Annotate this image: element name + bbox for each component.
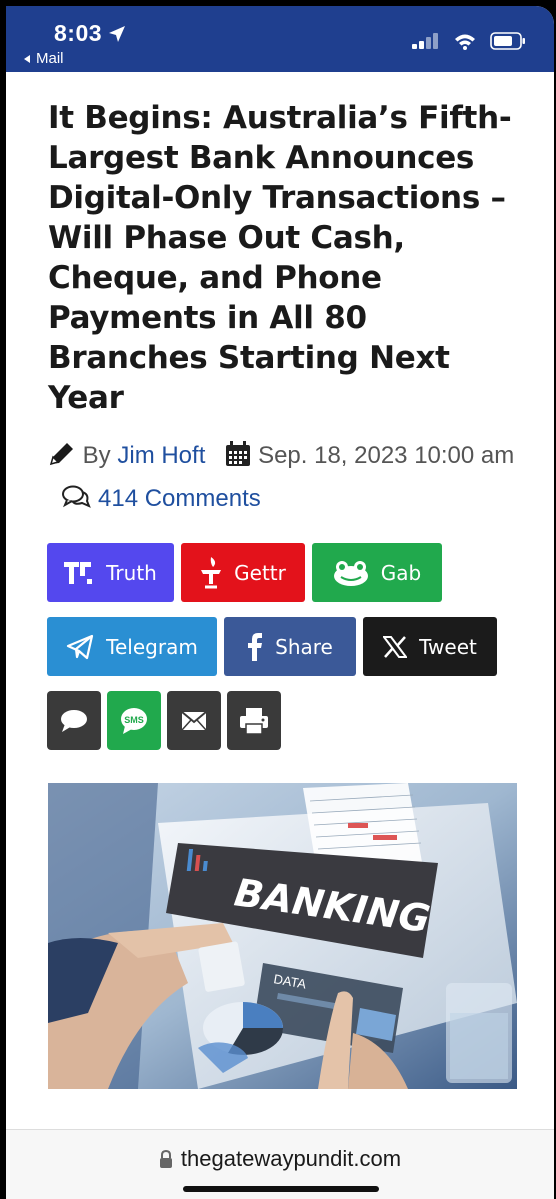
envelope-icon — [182, 711, 206, 730]
sms-share-button[interactable]: SMS — [107, 691, 161, 750]
byline: By Jim Hoft Sep. 18, 2023 10:00 am 414 C… — [48, 434, 518, 520]
x-logo-icon — [383, 635, 408, 658]
speech-bubble-icon — [61, 709, 87, 732]
banking-illustration: BANKING DATA — [48, 783, 517, 1089]
facebook-icon — [248, 632, 263, 661]
article-hero-image: BANKING DATA — [48, 783, 517, 1089]
sms-icon-text: SMS — [124, 715, 144, 725]
battery-icon — [490, 32, 525, 50]
author-link[interactable]: Jim Hoft — [117, 442, 205, 469]
publish-date: Sep. 18, 2023 10:00 am — [258, 442, 515, 469]
status-time-group: 8:03 — [54, 20, 126, 47]
calculator-graphic — [198, 941, 245, 992]
gab-label: Gab — [380, 560, 422, 585]
pencil-icon — [49, 443, 73, 466]
email-share-button[interactable] — [167, 691, 221, 750]
calendar-icon — [226, 441, 251, 466]
share-row-3: SMS — [47, 691, 281, 750]
byline-by: By — [82, 442, 111, 469]
gab-frog-icon — [333, 560, 368, 586]
url-text: thegatewaypundit.com — [180, 1146, 402, 1171]
safari-url-bar[interactable]: thegatewaypundit.com — [6, 1129, 554, 1199]
signal-icon — [412, 33, 438, 49]
x-tweet-button[interactable]: Tweet — [363, 617, 497, 676]
status-time: 8:03 — [54, 20, 103, 46]
lock-icon — [159, 1150, 172, 1168]
share-row-1: Truth Gettr Gab — [47, 543, 442, 602]
gettr-label: Gettr — [234, 560, 286, 585]
article-header: It Begins: Australia’s Fifth-Largest Ban… — [48, 98, 518, 520]
telegram-label: Telegram — [106, 634, 198, 659]
facebook-share-button[interactable]: Share — [224, 617, 356, 676]
facebook-label: Share — [275, 634, 333, 659]
print-button[interactable] — [227, 691, 281, 750]
back-label: Mail — [36, 50, 64, 67]
back-to-mail[interactable]: Mail — [22, 50, 64, 67]
truth-share-button[interactable]: Truth — [47, 543, 174, 602]
back-triangle-icon — [24, 54, 30, 63]
truth-label: Truth — [106, 560, 157, 585]
x-label: Tweet — [419, 634, 477, 659]
sms-icon: SMS — [121, 707, 147, 734]
location-arrow-icon — [109, 25, 126, 42]
status-icons — [412, 32, 526, 50]
status-bar: 8:03 Mail — [6, 6, 554, 72]
telegram-icon — [67, 634, 94, 659]
article-headline: It Begins: Australia’s Fifth-Largest Ban… — [48, 100, 512, 416]
telegram-share-button[interactable]: Telegram — [47, 617, 217, 676]
phone-screen: 8:03 Mail It Begins: Australia’s Fifth-L… — [6, 6, 554, 1199]
comments-icon — [62, 485, 92, 508]
share-row-2: Telegram Share Tweet — [47, 617, 497, 676]
gab-share-button[interactable]: Gab — [312, 543, 442, 602]
glass-graphic — [446, 983, 512, 1083]
comments-link[interactable]: 414 Comments — [98, 485, 261, 512]
truth-social-icon — [64, 561, 93, 584]
gettr-share-button[interactable]: Gettr — [181, 543, 305, 602]
gettr-icon — [201, 556, 222, 588]
comment-button[interactable] — [47, 691, 101, 750]
printer-icon — [240, 707, 268, 734]
home-indicator[interactable] — [183, 1186, 379, 1192]
url-display[interactable]: thegatewaypundit.com — [6, 1146, 554, 1172]
wifi-icon — [455, 34, 475, 50]
